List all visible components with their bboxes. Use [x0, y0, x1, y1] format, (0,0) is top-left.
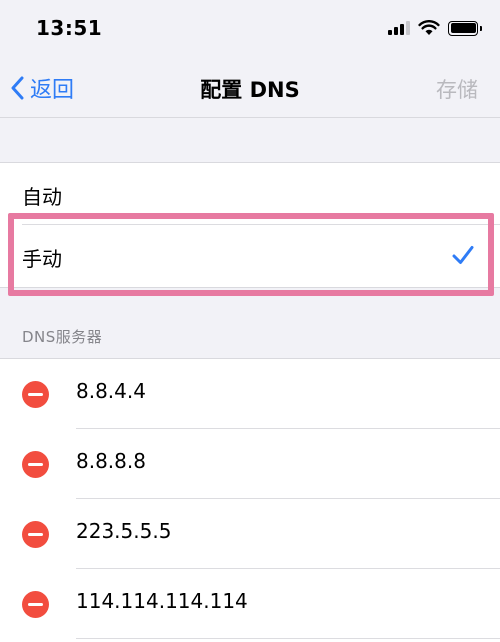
status-icons — [388, 18, 482, 38]
dns-server-address[interactable]: 223.5.5.5 — [76, 519, 171, 543]
dns-server-row: 223.5.5.5 — [0, 499, 500, 569]
dns-server-address[interactable]: 8.8.4.4 — [76, 379, 146, 403]
delete-icon[interactable] — [22, 591, 49, 618]
nav-bar: 返回 配置 DNS 存储 — [0, 58, 500, 118]
dns-server-row: 8.8.4.4 — [0, 359, 500, 429]
highlight-annotation — [8, 213, 494, 296]
section-header: DNS服务器 — [22, 328, 103, 346]
delete-icon[interactable] — [22, 521, 49, 548]
save-button[interactable]: 存储 — [436, 74, 478, 104]
page-title: 配置 DNS — [200, 78, 300, 102]
dns-server-row: 8.8.8.8 — [0, 429, 500, 499]
delete-icon[interactable] — [22, 381, 49, 408]
wifi-icon — [418, 20, 440, 35]
cellular-signal-icon — [388, 21, 410, 35]
status-bar: 13:51 — [0, 0, 500, 56]
dns-server-address[interactable]: 8.8.8.8 — [76, 449, 146, 473]
divider — [76, 638, 500, 639]
dns-server-list: 8.8.4.4 8.8.8.8 223.5.5.5 114.114.114.11… — [0, 358, 500, 642]
screen: 13:51 返回 配置 DNS 存储 自动 手动 DNS服务器 8.8.4.4 … — [0, 0, 500, 642]
dns-server-address[interactable]: 114.114.114.114 — [76, 589, 248, 613]
battery-icon — [448, 20, 482, 36]
mode-option-label: 自动 — [22, 185, 62, 209]
dns-server-row: 114.114.114.114 — [0, 569, 500, 639]
status-time: 13:51 — [36, 16, 103, 40]
delete-icon[interactable] — [22, 451, 49, 478]
